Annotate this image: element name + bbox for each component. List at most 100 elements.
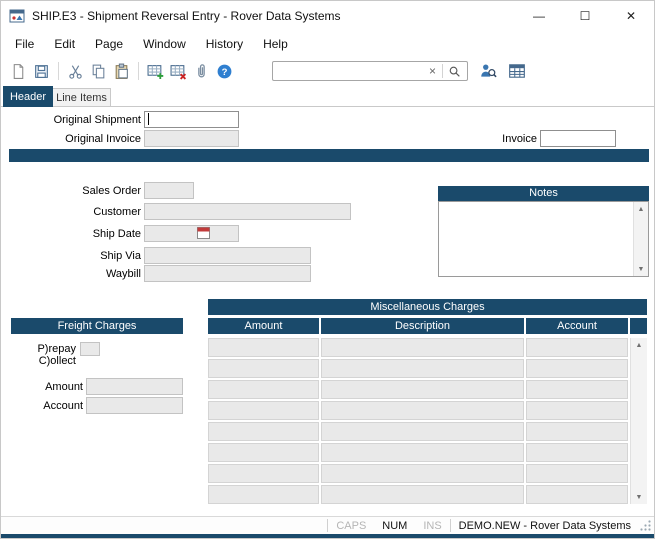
misc-cell-r0c0[interactable] — [208, 338, 319, 357]
ins-indicator: INS — [415, 520, 449, 532]
freight-amount-input[interactable] — [86, 378, 183, 395]
paste-icon[interactable] — [110, 60, 132, 82]
misc-column-header-description: Description — [321, 318, 524, 334]
find-user-icon[interactable] — [477, 60, 499, 82]
maximize-button[interactable]: ☐ — [562, 1, 608, 31]
original-shipment-input[interactable] — [144, 111, 239, 128]
tab-header[interactable]: Header — [3, 86, 53, 107]
misc-cell-r5c1[interactable] — [321, 443, 524, 462]
collect-label: C)ollect — [1, 355, 76, 367]
prepay-label: P)repay — [1, 343, 76, 355]
misc-column-header-amount: Amount — [208, 318, 319, 334]
misc-cell-r4c0[interactable] — [208, 422, 319, 441]
text-caret — [148, 113, 149, 125]
waybill-label: Waybill — [1, 268, 141, 280]
misc-cell-r2c1[interactable] — [321, 380, 524, 399]
waybill-input[interactable] — [144, 265, 311, 282]
sales-order-input[interactable] — [144, 182, 194, 199]
scroll-up-icon[interactable]: ▲ — [634, 202, 648, 216]
menu-history[interactable]: History — [196, 33, 253, 55]
num-indicator: NUM — [374, 520, 415, 532]
statusbar: CAPS NUM INS DEMO.NEW - Rover Data Syste… — [1, 516, 654, 534]
misc-column-header-filler — [630, 318, 647, 334]
help-icon[interactable]: ? — [213, 60, 235, 82]
save-icon[interactable] — [30, 60, 52, 82]
misc-cell-r2c0[interactable] — [208, 380, 319, 399]
misc-cell-r7c0[interactable] — [208, 485, 319, 504]
toolbar-search[interactable]: × — [272, 61, 468, 81]
ship-date-input[interactable] — [144, 225, 239, 242]
browse-table-icon[interactable] — [506, 60, 528, 82]
search-icon[interactable] — [445, 65, 464, 78]
misc-cell-r5c0[interactable] — [208, 443, 319, 462]
session-info: DEMO.NEW - Rover Data Systems — [451, 520, 639, 532]
insert-line-icon[interactable] — [144, 60, 166, 82]
delete-line-icon[interactable] — [167, 60, 189, 82]
tabbar: Header Line Items — [1, 85, 654, 107]
misc-cell-r3c1[interactable] — [321, 401, 524, 420]
scroll-up-icon[interactable]: ▲ — [631, 338, 647, 352]
attach-icon[interactable] — [190, 60, 212, 82]
resize-grip-icon[interactable] — [639, 519, 652, 532]
misc-column-header-row: AmountDescriptionAccount — [208, 318, 647, 334]
misc-cell-r6c0[interactable] — [208, 464, 319, 483]
toolbar: ? × — [1, 57, 654, 85]
original-shipment-field[interactable] — [144, 111, 239, 128]
new-document-icon[interactable] — [7, 60, 29, 82]
ship-via-label: Ship Via — [1, 250, 141, 262]
ship-via-input[interactable] — [144, 247, 311, 264]
header-tab-page: Original Shipment Original Invoice Invoi… — [1, 107, 654, 517]
copy-icon[interactable] — [87, 60, 109, 82]
freight-account-input[interactable] — [86, 397, 183, 414]
misc-cell-r6c1[interactable] — [321, 464, 524, 483]
misc-cell-r1c1[interactable] — [321, 359, 524, 378]
cut-icon[interactable] — [64, 60, 86, 82]
menu-file[interactable]: File — [5, 33, 44, 55]
misc-cell-r1c2[interactable] — [526, 359, 628, 378]
misc-cell-r0c2[interactable] — [526, 338, 628, 357]
window-controls: — ☐ ✕ — [516, 1, 654, 31]
tab-line-items[interactable]: Line Items — [53, 88, 111, 107]
misc-cell-r7c2[interactable] — [526, 485, 628, 504]
customer-input[interactable] — [144, 203, 351, 220]
notes-scrollbar[interactable]: ▲ ▼ — [633, 202, 648, 276]
notes-textarea[interactable] — [439, 202, 633, 276]
section-divider-bar — [9, 149, 649, 162]
close-button[interactable]: ✕ — [608, 1, 654, 31]
clear-search-icon[interactable]: × — [425, 65, 440, 77]
freight-account-label: Account — [1, 400, 83, 412]
misc-cell-r5c2[interactable] — [526, 443, 628, 462]
misc-cell-r2c2[interactable] — [526, 380, 628, 399]
scroll-down-icon[interactable]: ▼ — [631, 490, 647, 504]
menu-edit[interactable]: Edit — [44, 33, 85, 55]
search-input[interactable] — [276, 63, 425, 79]
app-icon — [9, 8, 25, 24]
misc-cell-r0c1[interactable] — [321, 338, 524, 357]
misc-scrollbar[interactable]: ▲ ▼ — [630, 338, 647, 504]
misc-cell-r6c2[interactable] — [526, 464, 628, 483]
original-invoice-input[interactable] — [144, 130, 239, 147]
misc-charges-header: Miscellaneous Charges — [208, 299, 647, 315]
menu-window[interactable]: Window — [133, 33, 196, 55]
misc-charges-grid — [208, 338, 628, 504]
invoice-input[interactable] — [540, 130, 616, 147]
notes-panel: ▲ ▼ — [438, 201, 649, 277]
scroll-down-icon[interactable]: ▼ — [634, 262, 648, 276]
menu-help[interactable]: Help — [253, 33, 298, 55]
calendar-icon[interactable] — [197, 227, 210, 239]
misc-cell-r4c1[interactable] — [321, 422, 524, 441]
prepay-collect-input[interactable] — [80, 342, 100, 356]
misc-cell-r1c0[interactable] — [208, 359, 319, 378]
svg-text:?: ? — [221, 66, 227, 77]
window-title: SHIP.E3 - Shipment Reversal Entry - Rove… — [32, 9, 516, 23]
search-divider — [442, 64, 443, 78]
misc-cell-r3c2[interactable] — [526, 401, 628, 420]
menu-page[interactable]: Page — [85, 33, 133, 55]
menubar: File Edit Page Window History Help — [1, 31, 654, 57]
customer-label: Customer — [1, 206, 141, 218]
minimize-button[interactable]: — — [516, 1, 562, 31]
misc-cell-r7c1[interactable] — [321, 485, 524, 504]
misc-cell-r3c0[interactable] — [208, 401, 319, 420]
original-invoice-label: Original Invoice — [1, 133, 141, 145]
misc-cell-r4c2[interactable] — [526, 422, 628, 441]
